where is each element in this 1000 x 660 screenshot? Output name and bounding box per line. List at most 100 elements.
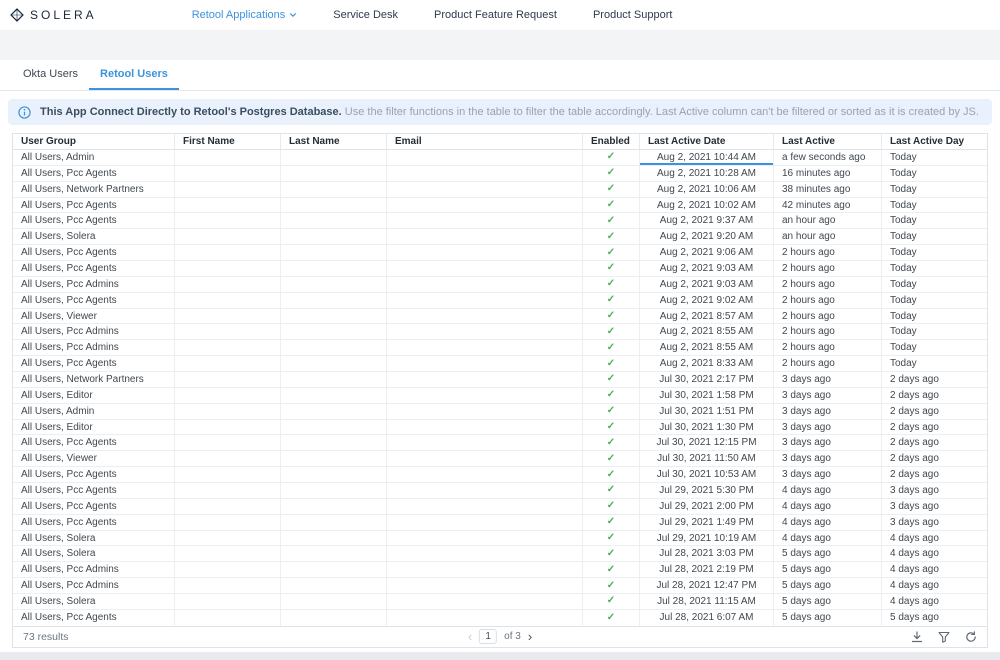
- cell-user-group[interactable]: All Users, Pcc Agents: [13, 467, 175, 482]
- cell-first-name[interactable]: [175, 182, 281, 197]
- cell-email[interactable]: [387, 451, 583, 466]
- cell-enabled[interactable]: ✓: [583, 594, 640, 609]
- cell-enabled[interactable]: ✓: [583, 309, 640, 324]
- cell-first-name[interactable]: [175, 562, 281, 577]
- cell-last-active-day[interactable]: Today: [882, 198, 987, 213]
- cell-last-active[interactable]: 2 hours ago: [774, 356, 882, 371]
- nav-retool-applications[interactable]: Retool Applications: [192, 9, 298, 21]
- cell-enabled[interactable]: ✓: [583, 499, 640, 514]
- cell-last-active[interactable]: 3 days ago: [774, 467, 882, 482]
- cell-last-name[interactable]: [281, 483, 387, 498]
- cell-last-name[interactable]: [281, 594, 387, 609]
- cell-user-group[interactable]: All Users, Pcc Agents: [13, 261, 175, 276]
- cell-email[interactable]: [387, 483, 583, 498]
- cell-first-name[interactable]: [175, 546, 281, 561]
- cell-user-group[interactable]: All Users, Editor: [13, 388, 175, 403]
- col-header-enabled[interactable]: Enabled: [583, 134, 640, 149]
- cell-last-name[interactable]: [281, 324, 387, 339]
- cell-email[interactable]: [387, 578, 583, 593]
- prev-page-button[interactable]: ‹: [468, 630, 472, 643]
- cell-last-active-day[interactable]: Today: [882, 182, 987, 197]
- cell-last-active-date[interactable]: Aug 2, 2021 10:06 AM: [640, 182, 774, 197]
- col-header-last-name[interactable]: Last Name: [281, 134, 387, 149]
- cell-last-active-day[interactable]: Today: [882, 229, 987, 244]
- cell-first-name[interactable]: [175, 578, 281, 593]
- cell-enabled[interactable]: ✓: [583, 610, 640, 626]
- cell-enabled[interactable]: ✓: [583, 372, 640, 387]
- cell-last-active-date[interactable]: Aug 2, 2021 10:28 AM: [640, 166, 774, 181]
- cell-last-active-day[interactable]: Today: [882, 150, 987, 165]
- cell-user-group[interactable]: All Users, Solera: [13, 594, 175, 609]
- cell-last-active-date[interactable]: Jul 28, 2021 12:47 PM: [640, 578, 774, 593]
- cell-last-active-day[interactable]: Today: [882, 309, 987, 324]
- cell-user-group[interactable]: All Users, Network Partners: [13, 182, 175, 197]
- cell-last-active[interactable]: 3 days ago: [774, 388, 882, 403]
- cell-last-active-date[interactable]: Jul 29, 2021 1:49 PM: [640, 515, 774, 530]
- table-row[interactable]: All Users, Pcc Agents✓Jul 29, 2021 1:49 …: [13, 515, 987, 531]
- cell-last-active[interactable]: 42 minutes ago: [774, 198, 882, 213]
- cell-first-name[interactable]: [175, 499, 281, 514]
- cell-enabled[interactable]: ✓: [583, 404, 640, 419]
- table-row[interactable]: All Users, Solera✓Aug 2, 2021 9:20 AMan …: [13, 229, 987, 245]
- cell-last-name[interactable]: [281, 404, 387, 419]
- cell-last-active[interactable]: 5 days ago: [774, 610, 882, 626]
- cell-last-active[interactable]: 3 days ago: [774, 451, 882, 466]
- cell-last-name[interactable]: [281, 388, 387, 403]
- table-row[interactable]: All Users, Pcc Agents✓Aug 2, 2021 9:02 A…: [13, 293, 987, 309]
- table-row[interactable]: All Users, Network Partners✓Aug 2, 2021 …: [13, 182, 987, 198]
- cell-enabled[interactable]: ✓: [583, 578, 640, 593]
- cell-enabled[interactable]: ✓: [583, 245, 640, 260]
- cell-last-active-date[interactable]: Aug 2, 2021 10:02 AM: [640, 198, 774, 213]
- cell-first-name[interactable]: [175, 435, 281, 450]
- table-row[interactable]: All Users, Editor✓Jul 30, 2021 1:58 PM3 …: [13, 388, 987, 404]
- cell-last-active-date[interactable]: Jul 30, 2021 1:30 PM: [640, 420, 774, 435]
- cell-last-active-day[interactable]: 2 days ago: [882, 372, 987, 387]
- cell-last-name[interactable]: [281, 293, 387, 308]
- col-header-last-active-day[interactable]: Last Active Day: [882, 134, 987, 149]
- cell-email[interactable]: [387, 388, 583, 403]
- tab-retool-users[interactable]: Retool Users: [89, 60, 179, 90]
- cell-last-active[interactable]: 4 days ago: [774, 515, 882, 530]
- cell-last-active-date[interactable]: Jul 28, 2021 3:03 PM: [640, 546, 774, 561]
- cell-last-active[interactable]: 3 days ago: [774, 404, 882, 419]
- cell-user-group[interactable]: All Users, Pcc Admins: [13, 324, 175, 339]
- table-row[interactable]: All Users, Pcc Agents✓Jul 30, 2021 12:15…: [13, 435, 987, 451]
- col-header-last-active[interactable]: Last Active: [774, 134, 882, 149]
- cell-last-active[interactable]: 2 hours ago: [774, 293, 882, 308]
- cell-last-active-date[interactable]: Aug 2, 2021 8:55 AM: [640, 324, 774, 339]
- cell-last-active-date[interactable]: Aug 2, 2021 10:44 AM: [640, 150, 774, 165]
- cell-last-name[interactable]: [281, 150, 387, 165]
- table-row[interactable]: All Users, Pcc Agents✓Jul 29, 2021 2:00 …: [13, 499, 987, 515]
- cell-last-active-date[interactable]: Aug 2, 2021 8:33 AM: [640, 356, 774, 371]
- cell-last-active[interactable]: 4 days ago: [774, 483, 882, 498]
- cell-enabled[interactable]: ✓: [583, 388, 640, 403]
- cell-user-group[interactable]: All Users, Pcc Agents: [13, 245, 175, 260]
- table-row[interactable]: All Users, Admin✓Jul 30, 2021 1:51 PM3 d…: [13, 404, 987, 420]
- cell-last-active-day[interactable]: 4 days ago: [882, 546, 987, 561]
- cell-email[interactable]: [387, 277, 583, 292]
- cell-last-active[interactable]: 5 days ago: [774, 578, 882, 593]
- filter-icon[interactable]: [938, 631, 950, 643]
- cell-last-active-day[interactable]: 3 days ago: [882, 515, 987, 530]
- table-row[interactable]: All Users, Pcc Admins✓Aug 2, 2021 8:55 A…: [13, 340, 987, 356]
- cell-first-name[interactable]: [175, 309, 281, 324]
- cell-user-group[interactable]: All Users, Admin: [13, 404, 175, 419]
- cell-last-active[interactable]: 3 days ago: [774, 372, 882, 387]
- cell-first-name[interactable]: [175, 150, 281, 165]
- cell-first-name[interactable]: [175, 594, 281, 609]
- refresh-icon[interactable]: [965, 631, 977, 643]
- cell-last-active-day[interactable]: 2 days ago: [882, 388, 987, 403]
- cell-user-group[interactable]: All Users, Pcc Agents: [13, 515, 175, 530]
- cell-last-active-day[interactable]: 2 days ago: [882, 404, 987, 419]
- tab-okta-users[interactable]: Okta Users: [12, 60, 89, 90]
- cell-first-name[interactable]: [175, 467, 281, 482]
- cell-enabled[interactable]: ✓: [583, 420, 640, 435]
- cell-last-active-date[interactable]: Aug 2, 2021 9:06 AM: [640, 245, 774, 260]
- table-row[interactable]: All Users, Pcc Agents✓Jul 28, 2021 6:07 …: [13, 610, 987, 626]
- cell-last-active-day[interactable]: Today: [882, 277, 987, 292]
- cell-enabled[interactable]: ✓: [583, 356, 640, 371]
- cell-last-active-day[interactable]: 2 days ago: [882, 451, 987, 466]
- cell-first-name[interactable]: [175, 451, 281, 466]
- table-row[interactable]: All Users, Pcc Agents✓Aug 2, 2021 9:37 A…: [13, 213, 987, 229]
- table-row[interactable]: All Users, Admin✓Aug 2, 2021 10:44 AMa f…: [13, 150, 987, 166]
